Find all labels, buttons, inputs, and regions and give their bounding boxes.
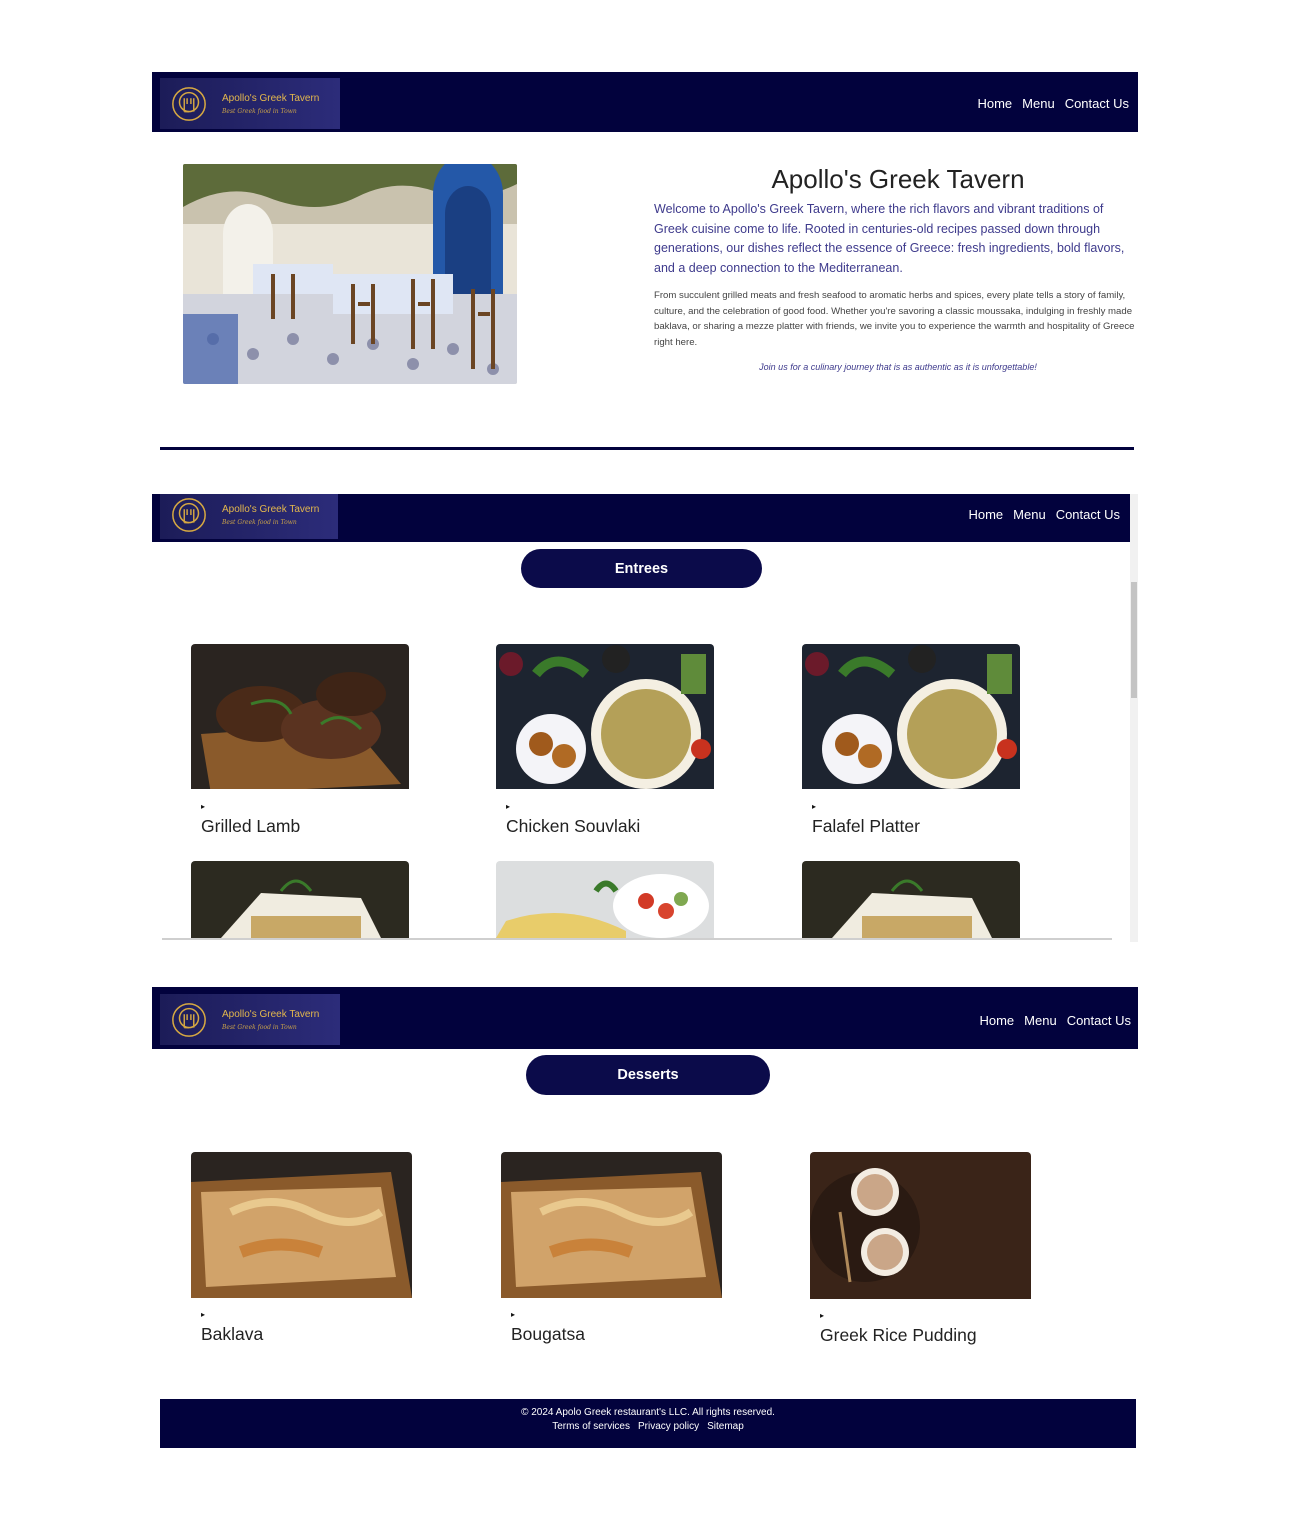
dish-card-baklava[interactable]: ▸ Baklava <box>191 1152 412 1344</box>
tavern-interior-image <box>183 164 517 384</box>
expand-arrow-icon[interactable]: ▸ <box>812 802 816 811</box>
nav-links: Home Menu Contact Us <box>979 1013 1131 1028</box>
dish-card-partial[interactable] <box>191 861 409 942</box>
footer-links: Terms of services Privacy policy Sitemap <box>160 1421 1136 1432</box>
tavern-emblem-icon <box>172 1002 206 1037</box>
nav-links: Home Menu Contact Us <box>977 96 1129 111</box>
nav-contact-link[interactable]: Contact Us <box>1056 507 1120 522</box>
expand-arrow-icon[interactable]: ▸ <box>820 1311 824 1320</box>
falafel-platter-image <box>802 644 1020 794</box>
brand-tagline: Best Greek food in Town <box>222 107 297 115</box>
footer-privacy-link[interactable]: Privacy policy <box>638 1421 699 1432</box>
footer-sitemap-link[interactable]: Sitemap <box>707 1421 744 1432</box>
dish-name: Grilled Lamb <box>201 816 301 836</box>
dish-card-partial[interactable] <box>802 861 1020 942</box>
dish-card-greek-rice-pudding[interactable]: ▸ Greek Rice Pudding <box>810 1152 1031 1345</box>
scrollbar-track[interactable] <box>1130 494 1138 942</box>
grilled-lamb-image <box>191 644 409 794</box>
tavern-emblem-icon <box>172 497 206 532</box>
navbar-desserts: Apollo's Greek Tavern Best Greek food in… <box>152 987 1138 1049</box>
entrees-panel: Apollo's Greek Tavern Best Greek food in… <box>152 494 1138 942</box>
tavern-emblem-icon <box>172 86 206 121</box>
navbar-home: Apollo's Greek Tavern Best Greek food in… <box>152 72 1138 132</box>
nav-menu-link[interactable]: Menu <box>1024 1013 1057 1028</box>
navbar-entrees: Apollo's Greek Tavern Best Greek food in… <box>152 494 1130 542</box>
nav-links: Home Menu Contact Us <box>968 507 1120 522</box>
nav-contact-link[interactable]: Contact Us <box>1067 1013 1131 1028</box>
hero-tagline: Join us for a culinary journey that is a… <box>759 362 1037 372</box>
dish-card-chicken-souvlaki[interactable]: ▸ Chicken Souvlaki <box>496 644 714 836</box>
hero-body-text: From succulent grilled meats and fresh s… <box>654 290 1135 348</box>
dish-name: Chicken Souvlaki <box>506 816 641 836</box>
dish-image <box>802 861 1020 942</box>
expand-arrow-icon[interactable]: ▸ <box>201 802 205 811</box>
brand-name: Apollo's Greek Tavern <box>222 92 320 104</box>
nav-menu-link[interactable]: Menu <box>1013 507 1046 522</box>
nav-home-link[interactable]: Home <box>968 507 1003 522</box>
hero-intro-text: Welcome to Apollo's Greek Tavern, where … <box>654 202 1125 275</box>
nav-contact-link[interactable]: Contact Us <box>1065 96 1129 111</box>
chicken-souvlaki-image <box>496 644 714 794</box>
nav-home-link[interactable]: Home <box>977 96 1012 111</box>
greek-rice-pudding-image <box>810 1152 1031 1304</box>
expand-arrow-icon[interactable]: ▸ <box>506 802 510 811</box>
bougatsa-image <box>501 1152 722 1303</box>
dish-card-falafel-platter[interactable]: ▸ Falafel Platter <box>802 644 1020 836</box>
section-divider <box>160 447 1134 450</box>
brand-tagline: Best Greek food in Town <box>222 518 297 526</box>
dish-name: Falafel Platter <box>812 816 920 836</box>
dish-card-grilled-lamb[interactable]: ▸ Grilled Lamb <box>191 644 409 836</box>
footer-terms-link[interactable]: Terms of services <box>552 1421 630 1432</box>
brand-logo[interactable]: Apollo's Greek Tavern Best Greek food in… <box>160 994 340 1045</box>
scrollbar-thumb[interactable] <box>1131 582 1137 698</box>
expand-arrow-icon[interactable]: ▸ <box>511 1310 515 1319</box>
brand-name: Apollo's Greek Tavern <box>222 503 320 515</box>
dish-name: Bougatsa <box>511 1324 585 1344</box>
dish-name: Greek Rice Pudding <box>820 1325 977 1345</box>
brand-tagline: Best Greek food in Town <box>222 1023 297 1031</box>
dish-card-bougatsa[interactable]: ▸ Bougatsa <box>501 1152 722 1344</box>
page-title: Apollo's Greek Tavern <box>771 164 1025 194</box>
dish-image <box>496 861 714 942</box>
nav-home-link[interactable]: Home <box>979 1013 1014 1028</box>
dish-card-partial[interactable] <box>496 861 714 942</box>
panel-bottom-edge <box>162 938 1112 940</box>
brand-name: Apollo's Greek Tavern <box>222 1008 320 1020</box>
footer: © 2024 Apolo Greek restaurant's LLC. All… <box>160 1399 1136 1448</box>
footer-copyright: © 2024 Apolo Greek restaurant's LLC. All… <box>521 1407 775 1418</box>
desserts-heading-button[interactable]: Desserts <box>526 1055 770 1095</box>
dish-image <box>191 861 409 942</box>
nav-menu-link[interactable]: Menu <box>1022 96 1055 111</box>
brand-logo[interactable]: Apollo's Greek Tavern Best Greek food in… <box>160 494 338 539</box>
dish-name: Baklava <box>201 1324 264 1344</box>
expand-arrow-icon[interactable]: ▸ <box>201 1310 205 1319</box>
baklava-image <box>191 1152 412 1303</box>
entrees-heading-button[interactable]: Entrees <box>521 549 762 588</box>
brand-logo[interactable]: Apollo's Greek Tavern Best Greek food in… <box>160 78 340 129</box>
